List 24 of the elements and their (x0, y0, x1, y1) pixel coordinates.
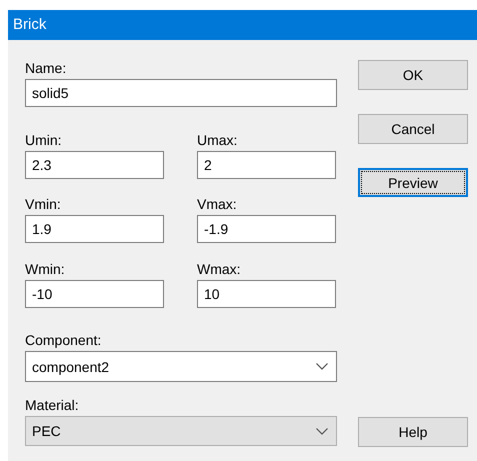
field-label: Vmin: (25, 197, 61, 212)
dialog-button[interactable]: Cancel (358, 114, 468, 144)
text-field[interactable]: solid5 (25, 79, 337, 107)
dialog-button[interactable]: Help (358, 417, 468, 447)
field-label: Material: (25, 398, 79, 413)
field-label: Umin: (25, 133, 62, 148)
text-field[interactable]: -1.9 (197, 215, 336, 243)
text-field[interactable]: 1.9 (25, 215, 164, 243)
field-label: Umax: (197, 133, 238, 148)
dialog-button[interactable]: Preview (358, 168, 468, 197)
window-title: Brick (8, 10, 477, 40)
text-field[interactable]: 2.3 (25, 151, 164, 179)
field-label: Vmax: (197, 197, 237, 212)
field-label: Wmin: (25, 262, 65, 277)
field-label: Wmax: (197, 262, 241, 277)
dialog-button[interactable]: OK (358, 60, 468, 90)
chevron-icon (316, 363, 328, 370)
dropdown[interactable]: component2 (25, 351, 337, 382)
chevron-icon (316, 428, 328, 434)
text-field[interactable]: 10 (197, 280, 336, 308)
text-field[interactable]: -10 (25, 280, 164, 308)
text-field[interactable]: 2 (197, 151, 336, 179)
field-label: Name: (25, 61, 66, 76)
field-label: Component: (25, 333, 102, 348)
